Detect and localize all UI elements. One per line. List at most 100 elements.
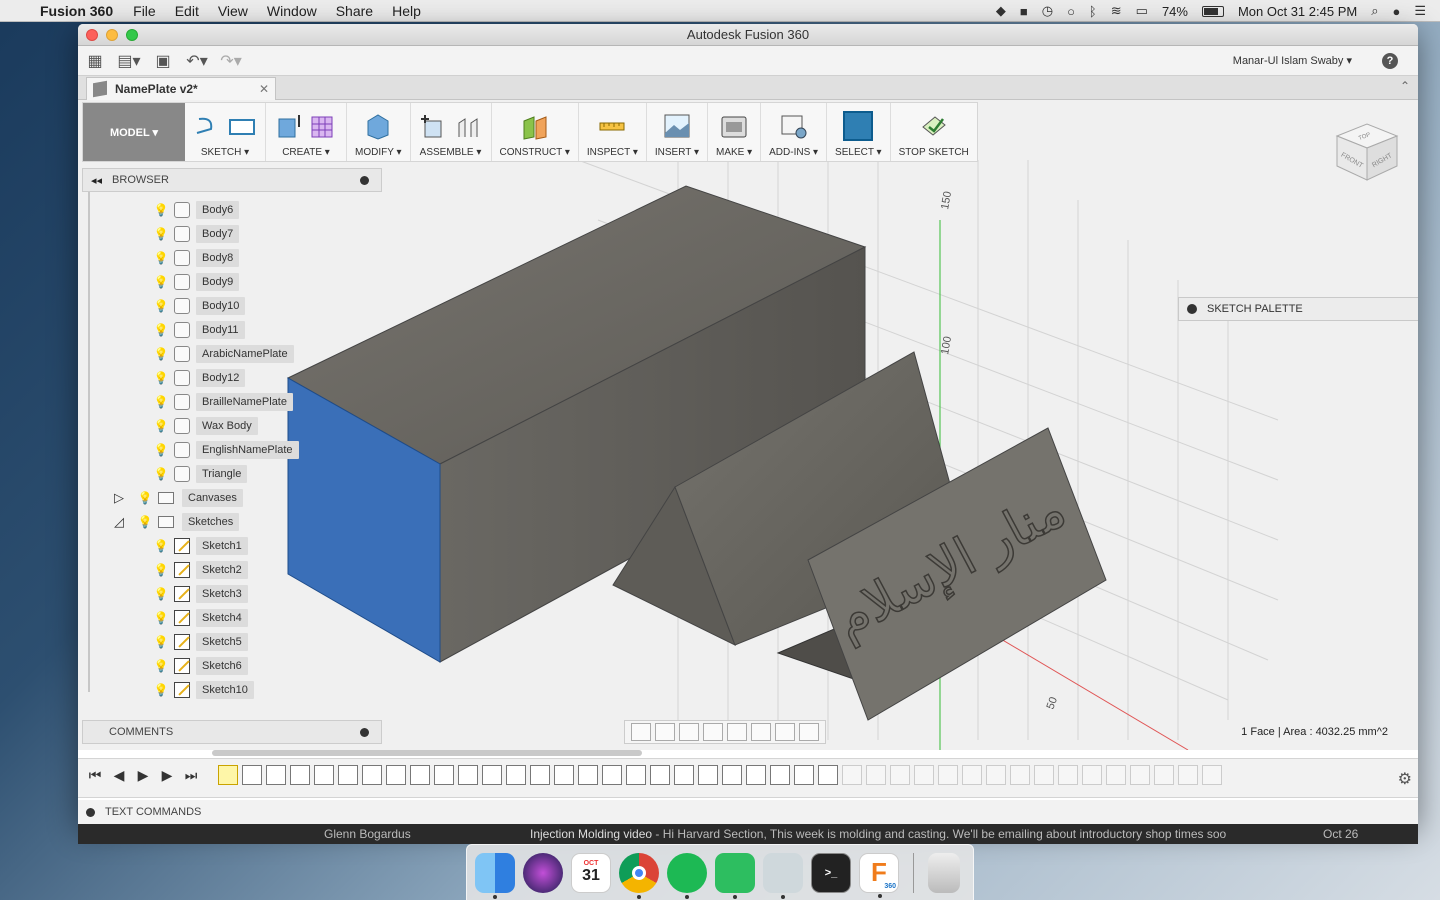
timeline-feature[interactable] <box>626 765 646 785</box>
menu-view[interactable]: View <box>218 3 248 19</box>
visibility-bulb-icon[interactable]: 💡 <box>154 587 169 601</box>
visibility-bulb-on-icon[interactable]: 💡 <box>154 467 169 481</box>
expand-palette-icon[interactable] <box>1187 304 1197 314</box>
time-machine-icon[interactable]: ◷ <box>1042 3 1053 19</box>
tree-item-sketch6[interactable]: 💡 Sketch6 <box>154 656 248 676</box>
go-to-end-icon[interactable]: ⏭ <box>184 767 198 784</box>
timeline-feature[interactable] <box>290 765 310 785</box>
scripts-addins-icon[interactable] <box>779 111 809 141</box>
visibility-bulb-icon[interactable]: 💡 <box>154 563 169 577</box>
timeline-feature[interactable] <box>554 765 574 785</box>
menu-window[interactable]: Window <box>267 3 317 19</box>
timeline-feature[interactable] <box>242 765 262 785</box>
timeline-feature[interactable] <box>722 765 742 785</box>
timeline-feature[interactable] <box>386 765 406 785</box>
menu-share[interactable]: Share <box>336 3 373 19</box>
visibility-bulb-icon[interactable]: 💡 <box>154 251 169 265</box>
timeline-feature[interactable] <box>530 765 550 785</box>
background-mail-row[interactable]: Glenn Bogardus Injection Molding video -… <box>78 824 1418 844</box>
timeline-feature[interactable] <box>410 765 430 785</box>
app-menu[interactable]: Fusion 360 <box>40 3 113 19</box>
press-pull-icon[interactable] <box>363 111 393 141</box>
select-menu[interactable]: SELECT ▾ <box>827 103 891 161</box>
battery-percent[interactable]: 74% <box>1162 4 1188 19</box>
new-component-icon[interactable] <box>419 111 449 141</box>
workspace-switcher[interactable]: MODEL ▾ <box>83 103 185 161</box>
collapse-arrow-icon[interactable]: ◿ <box>114 514 130 530</box>
menu-file[interactable]: File <box>133 3 156 19</box>
siri-icon[interactable] <box>523 852 563 893</box>
redo-icon[interactable]: ↷▾ <box>214 48 248 74</box>
timeline-feature[interactable] <box>362 765 382 785</box>
dropbox-icon[interactable]: ◆ <box>996 3 1006 19</box>
visibility-bulb-on-icon[interactable]: 💡 <box>154 419 169 433</box>
text-commands-bar[interactable]: TEXT COMMANDS <box>78 800 1418 824</box>
timeline-feature-suppressed[interactable] <box>866 765 886 785</box>
visibility-bulb-icon[interactable]: 💡 <box>154 635 169 649</box>
timeline-feature[interactable] <box>650 765 670 785</box>
sketch-palette-header[interactable]: SKETCH PALETTE <box>1178 297 1418 321</box>
help-icon[interactable]: ? <box>1382 52 1398 69</box>
comments-panel-header[interactable]: COMMENTS <box>82 720 382 744</box>
battery-icon[interactable] <box>1201 5 1224 17</box>
sketch-line-icon[interactable] <box>193 111 223 141</box>
clock[interactable]: Mon Oct 31 2:45 PM <box>1238 4 1357 19</box>
timeline-feature[interactable] <box>674 765 694 785</box>
timeline-feature[interactable] <box>314 765 334 785</box>
go-to-start-icon[interactable]: ⏮ <box>88 767 102 784</box>
tree-item-body6[interactable]: 💡 Body6 <box>154 200 240 220</box>
expand-arrow-icon[interactable]: ▷ <box>114 490 130 506</box>
timeline-feature-suppressed[interactable] <box>1178 765 1198 785</box>
insert-menu[interactable]: INSERT ▾ <box>647 103 708 161</box>
browser-pin-icon[interactable] <box>360 175 369 185</box>
zoom-icon[interactable] <box>703 723 723 741</box>
assemble-menu[interactable]: ASSEMBLE ▾ <box>411 103 492 161</box>
timeline-feature-suppressed[interactable] <box>1202 765 1222 785</box>
tree-item-sketch3[interactable]: 💡 Sketch3 <box>154 584 248 604</box>
visibility-bulb-icon[interactable]: 💡 <box>154 323 169 337</box>
spotlight-search-icon[interactable]: ⌕ <box>1371 3 1378 19</box>
create-menu[interactable]: CREATE ▾ <box>266 103 347 161</box>
bluetooth-icon[interactable]: ᛒ <box>1089 4 1097 19</box>
visibility-bulb-on-icon[interactable]: 💡 <box>154 347 169 361</box>
pan-icon[interactable] <box>679 723 699 741</box>
tree-item-wax-body[interactable]: 💡 Wax Body <box>154 416 258 436</box>
joint-icon[interactable] <box>453 111 483 141</box>
timeline-feature-suppressed[interactable] <box>914 765 934 785</box>
timeline-settings-gear-icon[interactable]: ⚙ <box>1398 769 1412 789</box>
play-icon[interactable]: ▶ <box>160 767 174 784</box>
visibility-bulb-icon[interactable]: 💡 <box>154 611 169 625</box>
tree-item-body11[interactable]: 💡 Body11 <box>154 320 245 340</box>
timeline-feature[interactable] <box>482 765 502 785</box>
insert-image-icon[interactable] <box>662 111 692 141</box>
make-menu[interactable]: MAKE ▾ <box>708 103 762 161</box>
visibility-bulb-icon[interactable]: 💡 <box>138 491 153 505</box>
finder-icon[interactable] <box>475 852 515 899</box>
tree-item-triangle[interactable]: 💡 Triangle <box>154 464 248 484</box>
tree-item-sketch10[interactable]: 💡 Sketch10 <box>154 680 254 700</box>
timeline-feature-suppressed[interactable] <box>890 765 910 785</box>
tree-folder-canvases[interactable]: ▷ 💡 Canvases <box>114 488 243 508</box>
visibility-bulb-icon[interactable]: 💡 <box>154 539 169 553</box>
visibility-bulb-icon[interactable]: 💡 <box>154 659 169 673</box>
tree-item-braillenameplate[interactable]: 💡 BrailleNamePlate <box>154 392 293 412</box>
stop-sketch-icon[interactable] <box>919 111 949 141</box>
timeline-feature[interactable] <box>458 765 478 785</box>
tree-item-body7[interactable]: 💡 Body7 <box>154 224 240 244</box>
fusion360-icon[interactable]: F 360 <box>859 852 899 898</box>
3d-viewport[interactable]: منار الإسلام 150 100 50 MODEL ▾ SKETCH ▾ <box>78 100 1418 750</box>
close-window-button[interactable] <box>86 29 98 41</box>
tree-item-sketch5[interactable]: 💡 Sketch5 <box>154 632 248 652</box>
maximize-window-button[interactable] <box>126 29 138 41</box>
timeline-feature[interactable] <box>746 765 766 785</box>
tree-item-sketch1[interactable]: 💡 Sketch1 <box>154 536 248 556</box>
siri-menu-icon[interactable]: ● <box>1392 4 1400 19</box>
close-tab-icon[interactable]: ✕ <box>259 82 269 96</box>
offset-plane-icon[interactable] <box>520 111 550 141</box>
measure-icon[interactable] <box>597 111 627 141</box>
timeline-feature[interactable] <box>818 765 838 785</box>
save-icon[interactable]: ▣ <box>146 48 180 74</box>
evernote-status-icon[interactable]: ■ <box>1020 4 1028 19</box>
airplay-icon[interactable]: ▭ <box>1136 3 1148 19</box>
wifi-icon[interactable]: ≋ <box>1111 3 1122 19</box>
